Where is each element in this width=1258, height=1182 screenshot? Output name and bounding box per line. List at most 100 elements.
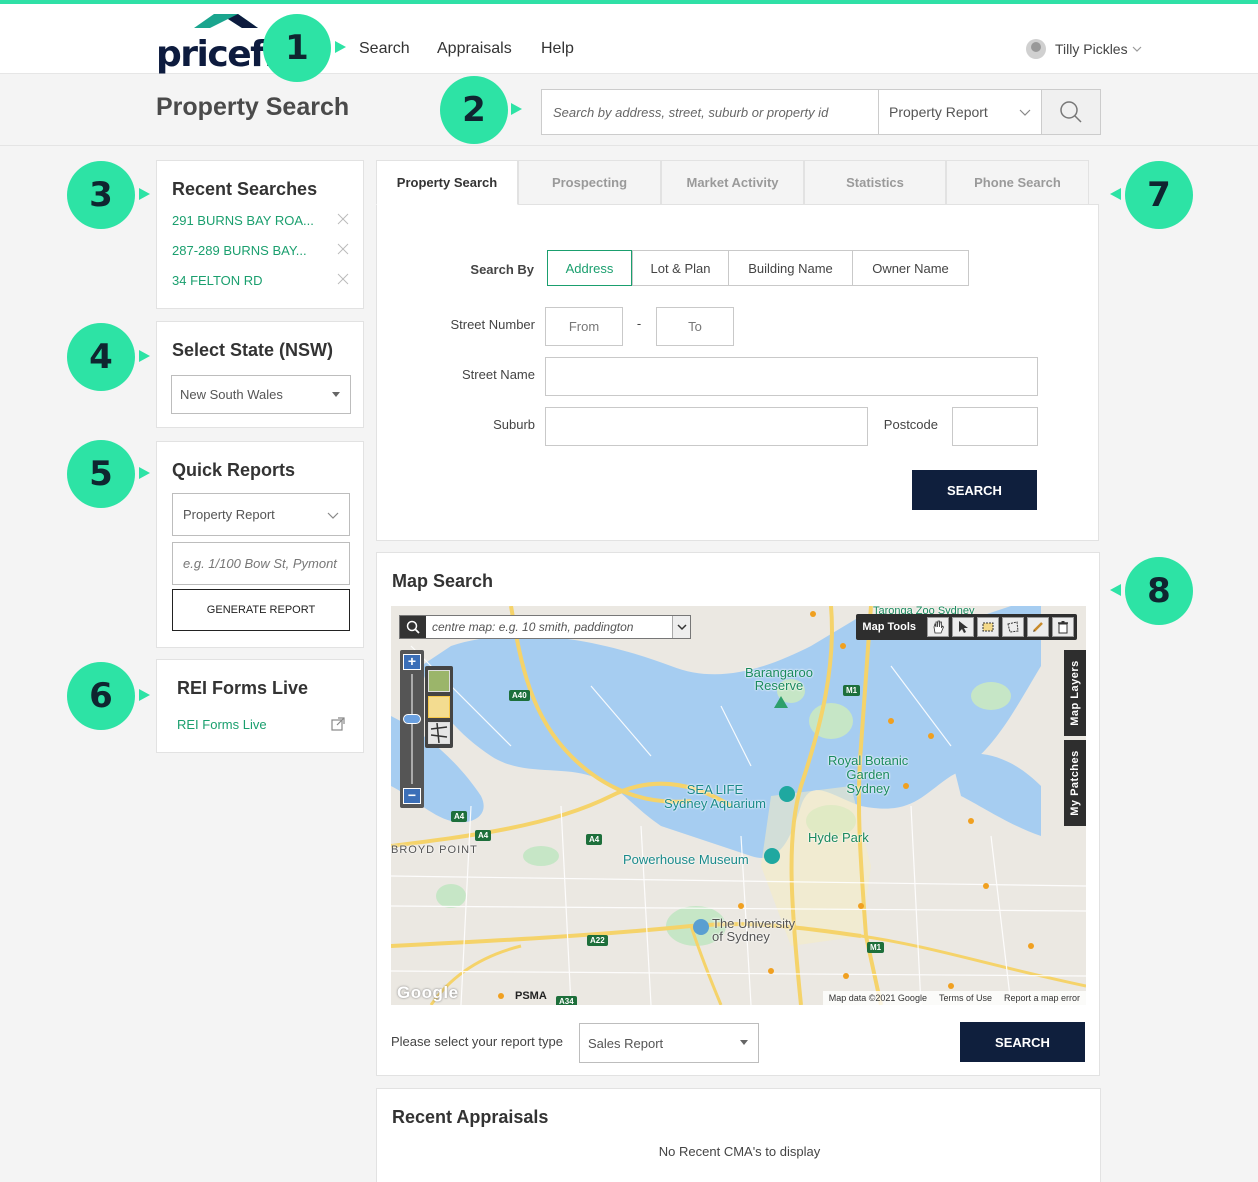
recent-search-item[interactable]: 291 BURNS BAY ROA... [172, 213, 314, 228]
satellite-layer-icon[interactable] [428, 670, 450, 692]
polygon-select-icon[interactable] [1002, 617, 1024, 637]
map-tools-toolbar: Map Tools [856, 614, 1077, 640]
psma-label: PSMA [515, 990, 547, 1002]
map-search-button[interactable]: SEARCH [960, 1022, 1085, 1062]
caret-down-icon [332, 391, 340, 397]
street-number-from-input[interactable]: From [545, 307, 623, 346]
pencil-draw-icon[interactable] [1027, 617, 1049, 637]
identify-pointer-icon[interactable] [952, 617, 974, 637]
zoom-in-icon[interactable]: + [403, 654, 421, 670]
zoom-out-icon[interactable]: − [403, 788, 421, 804]
top-navigation-bar: pricefinder Search Appraisals Help Tilly… [0, 4, 1258, 74]
callout-badge-8: 8 [1125, 557, 1193, 625]
report-type-select[interactable]: Property Report [879, 90, 1042, 134]
postcode-input[interactable] [952, 407, 1038, 446]
street-layer-icon[interactable] [428, 696, 450, 718]
street-name-input[interactable] [545, 357, 1038, 396]
callout-arrow-8 [1110, 584, 1121, 596]
suburb-input[interactable] [545, 407, 868, 446]
select-state-card: Select State (NSW) New South Wales [156, 321, 364, 428]
road-badge: A34 [556, 996, 577, 1005]
user-name: Tilly Pickles [1055, 41, 1128, 57]
road-badge: A40 [509, 690, 530, 701]
user-menu[interactable]: Tilly Pickles [1026, 38, 1142, 60]
pan-hand-icon[interactable] [927, 617, 949, 637]
road-badge: A4 [451, 811, 468, 822]
map-view[interactable]: Barangaroo Reserve Royal Botanic Garden … [391, 606, 1086, 1005]
base-layer-switcher [425, 666, 453, 748]
map-report-type-value: Sales Report [588, 1035, 664, 1051]
map-layers-tab[interactable]: Map Layers [1064, 650, 1086, 736]
map-report-type-select[interactable]: Sales Report [579, 1023, 759, 1063]
map-search-title: Map Search [392, 571, 494, 591]
tab-property-search[interactable]: Property Search [376, 160, 518, 205]
state-select-value: New South Wales [180, 387, 283, 402]
zoom-slider-handle[interactable] [403, 714, 421, 724]
zoom-slider-track[interactable] [411, 674, 413, 784]
search-by-building-name[interactable]: Building Name [728, 250, 853, 286]
zoom-control: + − [400, 650, 424, 808]
map-label-sea-life: SEA LIFE Sydney Aquarium [664, 782, 766, 811]
map-layers-label: Map Layers [1069, 660, 1081, 726]
pricefinder-logo[interactable]: pricefinder [156, 14, 276, 74]
chevron-down-icon[interactable] [672, 616, 690, 638]
global-search-button[interactable] [1042, 90, 1100, 134]
property-search-button[interactable]: SEARCH [912, 470, 1037, 510]
road-badge: A22 [587, 935, 608, 946]
report-type-value: Property Report [889, 104, 988, 120]
tab-prospecting[interactable]: Prospecting [518, 160, 661, 205]
close-icon[interactable] [337, 213, 349, 225]
callout-arrow-6 [139, 689, 150, 701]
external-link-icon[interactable] [331, 717, 345, 731]
chevron-down-icon [1132, 46, 1142, 52]
callout-badge-1: 1 [263, 14, 331, 82]
search-by-lot-plan[interactable]: Lot & Plan [632, 250, 729, 286]
nav-appraisals[interactable]: Appraisals [437, 40, 512, 58]
callout-arrow-2 [511, 103, 522, 115]
my-patches-tab[interactable]: My Patches [1064, 740, 1086, 826]
recent-search-item[interactable]: 34 FELTON RD [172, 273, 263, 288]
callout-badge-6: 6 [67, 662, 135, 730]
road-badge: M1 [867, 942, 885, 953]
chevron-down-icon [1019, 109, 1031, 116]
nav-help[interactable]: Help [541, 40, 574, 58]
hybrid-layer-icon[interactable] [428, 722, 450, 744]
state-select[interactable]: New South Wales [171, 375, 351, 414]
recent-appraisals-card: Recent Appraisals No Recent CMA's to dis… [376, 1088, 1101, 1182]
recent-appraisals-title: Recent Appraisals [392, 1107, 549, 1127]
search-by-label: Search By [470, 262, 534, 277]
recent-search-item[interactable]: 287-289 BURNS BAY... [172, 243, 307, 258]
quick-report-type-value: Property Report [183, 507, 275, 522]
recent-appraisals-empty: No Recent CMA's to display [658, 1144, 821, 1159]
road-badge: A4 [475, 830, 492, 841]
my-patches-label: My Patches [1069, 750, 1081, 816]
global-search-input[interactable]: Search by address, street, suburb or pro… [542, 90, 879, 134]
chevron-down-icon [327, 512, 339, 519]
recent-searches-title: Recent Searches [172, 179, 318, 199]
trash-icon[interactable] [1052, 617, 1074, 637]
close-icon[interactable] [337, 243, 349, 255]
centre-map-input[interactable]: centre map: e.g. 10 smith, paddington [399, 615, 691, 639]
quick-report-address-input[interactable]: e.g. 1/100 Bow St, Pymont [172, 542, 350, 585]
report-map-error-link[interactable]: Report a map error [1004, 993, 1080, 1003]
street-name-label: Street Name [462, 367, 535, 382]
generate-report-button[interactable]: GENERATE REPORT [172, 589, 350, 631]
callout-badge-7: 7 [1125, 161, 1193, 229]
map-label-broyd-point: BROYD POINT [391, 844, 478, 856]
street-number-to-input[interactable]: To [656, 307, 734, 346]
quick-report-type-select[interactable]: Property Report [172, 493, 350, 536]
rectangle-select-icon[interactable] [977, 617, 999, 637]
terms-of-use-link[interactable]: Terms of Use [939, 993, 992, 1003]
tab-market-activity[interactable]: Market Activity [661, 160, 804, 205]
tab-phone-search[interactable]: Phone Search [946, 160, 1089, 205]
map-label-university: The University of Sydney [712, 916, 796, 944]
rei-forms-link[interactable]: REI Forms Live [177, 717, 267, 732]
close-icon[interactable] [337, 273, 349, 285]
search-by-address[interactable]: Address [547, 250, 632, 286]
map-label-royal-botanic: Royal Botanic Garden Sydney [828, 753, 909, 796]
tab-statistics[interactable]: Statistics [804, 160, 946, 205]
search-by-owner-name[interactable]: Owner Name [852, 250, 969, 286]
map-attribution: Map data ©2021 Google Terms of Use Repor… [822, 991, 1086, 1005]
nav-search[interactable]: Search [359, 40, 410, 58]
logo-wordmark: pricefinder [156, 34, 276, 74]
